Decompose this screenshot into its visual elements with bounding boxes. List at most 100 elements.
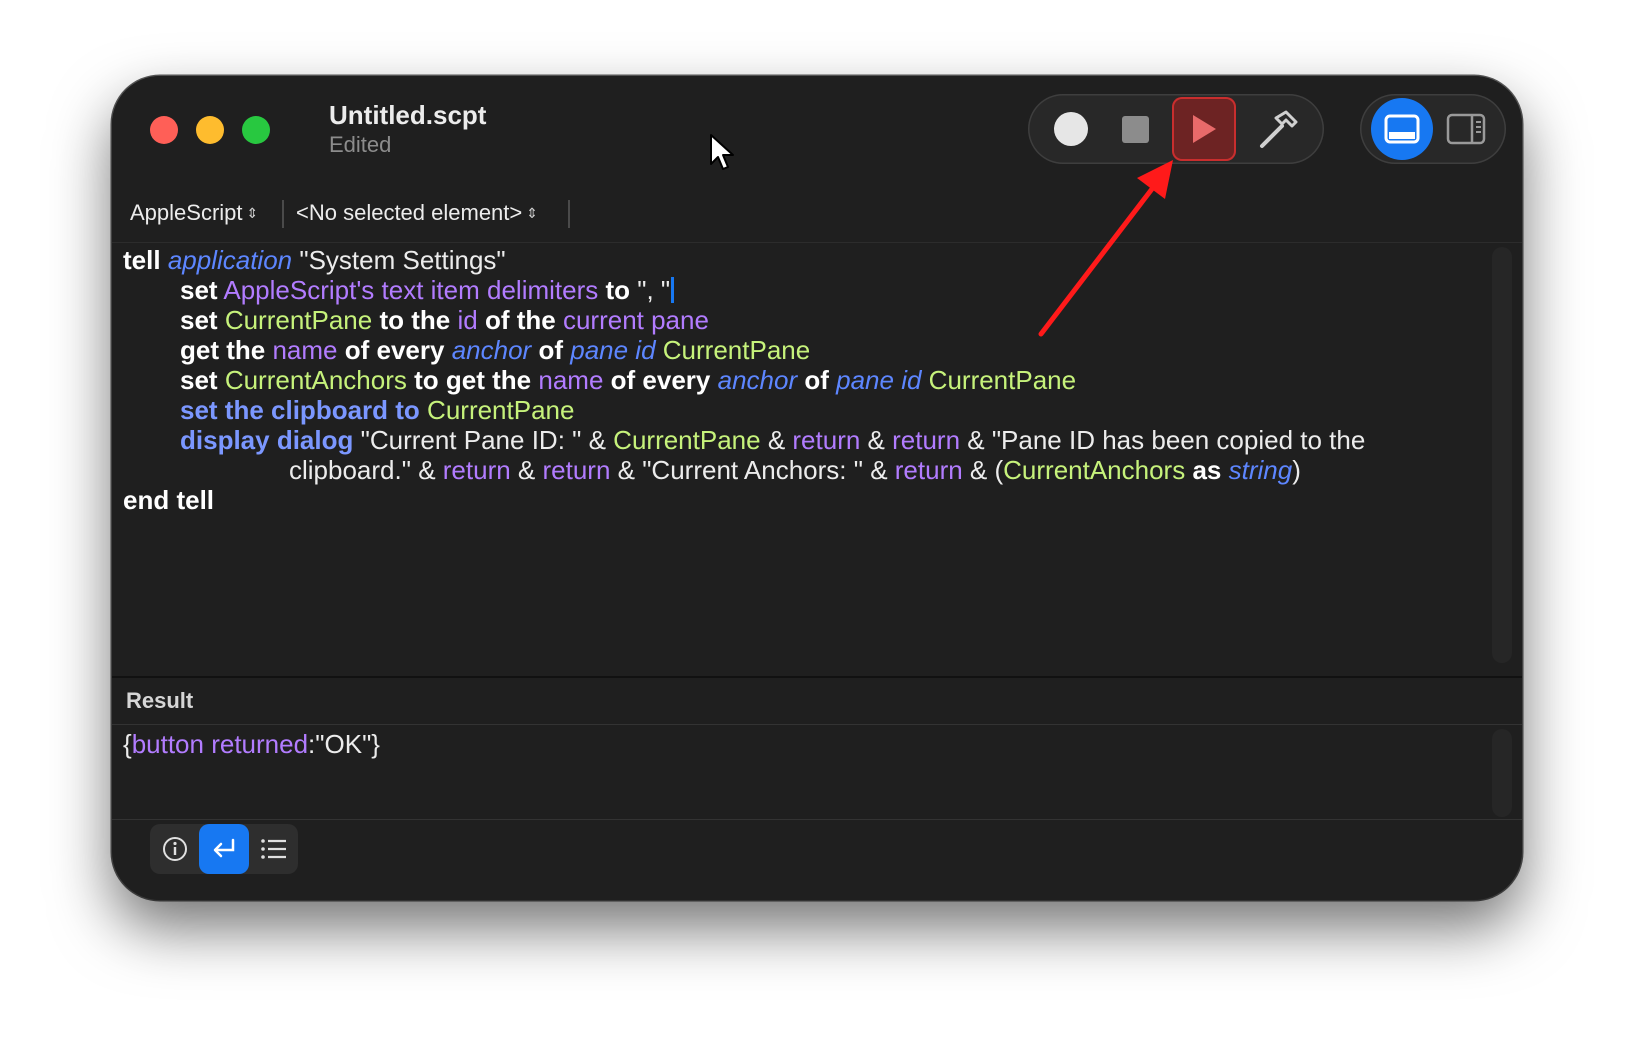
mouse-pointer-icon — [710, 134, 734, 170]
code-token: CurrentPane — [427, 395, 575, 425]
log-tab[interactable] — [248, 824, 298, 874]
code-token: id — [457, 305, 478, 335]
code-token: CurrentPane — [224, 305, 373, 335]
code-line[interactable]: set AppleScript's text item delimiters t… — [180, 275, 675, 305]
result-value: {button returned:"OK"} — [123, 729, 380, 760]
record-button[interactable] — [1054, 112, 1088, 146]
run-button[interactable] — [1172, 97, 1236, 161]
bottom-panel-icon — [1384, 114, 1420, 144]
title-bar: Untitled.scpt Edited — [112, 76, 1522, 186]
code-token: anchor — [451, 335, 532, 365]
code-line[interactable]: end tell — [123, 485, 214, 515]
info-icon — [163, 837, 187, 861]
code-line[interactable]: set CurrentAnchors to get the name of ev… — [180, 365, 1076, 395]
side-panel-icon[interactable] — [1446, 112, 1486, 146]
play-icon — [1193, 115, 1216, 143]
code-token: anchor — [717, 365, 798, 395]
bottom-toolbar — [112, 819, 1522, 900]
text-caret — [671, 277, 675, 303]
stop-button[interactable] — [1122, 116, 1149, 143]
result-token: button returned — [131, 729, 309, 759]
code-token: to — [605, 275, 631, 305]
bottom-pane-toggle[interactable] — [1371, 98, 1433, 160]
zoom-button[interactable] — [242, 116, 270, 144]
pane-selector — [150, 824, 298, 874]
code-token: display dialog — [180, 425, 354, 455]
code-line[interactable]: display dialog "Current Pane ID: " & Cur… — [180, 425, 1365, 455]
code-token: clipboard." & — [289, 455, 443, 485]
navigation-bar: AppleScript ⇕ <No selected element> ⇕ — [112, 186, 1522, 243]
language-popup[interactable]: AppleScript ⇕ — [130, 200, 258, 226]
result-header: Result — [112, 676, 1522, 725]
document-status: Edited — [329, 132, 392, 157]
info-tab[interactable] — [150, 824, 200, 874]
code-token: & "Pane ID has been copied to the — [960, 425, 1366, 455]
close-button[interactable] — [150, 116, 178, 144]
code-token: ) — [1292, 455, 1301, 485]
result-label: Result — [126, 688, 194, 713]
code-token: set — [180, 305, 218, 335]
result-token: :"OK"} — [308, 729, 380, 759]
code-token: & ( — [962, 455, 1004, 485]
script-controls — [1028, 94, 1324, 164]
divider — [282, 200, 284, 228]
code-token: return — [894, 455, 963, 485]
code-token: set the clipboard to — [180, 395, 420, 425]
document-title: Untitled.scpt — [329, 100, 487, 130]
compile-button[interactable] — [1256, 108, 1300, 152]
code-token: of — [538, 335, 563, 365]
result-pane: {button returned:"OK"} — [112, 723, 1522, 819]
element-popup[interactable]: <No selected element> ⇕ — [296, 200, 538, 226]
view-controls — [1360, 94, 1506, 164]
code-token: set — [180, 365, 218, 395]
code-token: "System Settings" — [292, 245, 506, 275]
code-token: end tell — [123, 485, 215, 515]
code-line[interactable]: tell application "System Settings" — [123, 245, 506, 275]
code-token: set — [180, 275, 218, 305]
code-token: current pane — [562, 305, 709, 335]
element-label: <No selected element> — [296, 200, 523, 225]
code-token: & — [510, 455, 543, 485]
code-line[interactable]: set the clipboard to CurrentPane — [180, 395, 574, 425]
result-tab[interactable] — [199, 824, 249, 874]
result-token: { — [123, 729, 132, 759]
code-token: to the — [379, 305, 451, 335]
code-token: application — [167, 245, 293, 275]
code-token: return — [892, 425, 961, 455]
code-token: & — [860, 425, 893, 455]
code-token: CurrentPane — [928, 365, 1077, 395]
code-token: & "Current Anchors: " & — [610, 455, 895, 485]
code-token: as — [1192, 455, 1222, 485]
result-scrollbar[interactable] — [1492, 729, 1512, 817]
code-line[interactable]: get the name of every anchor of pane id … — [180, 335, 810, 365]
list-icon — [261, 839, 286, 859]
code-token: CurrentPane — [613, 425, 761, 455]
code-token: pane id — [570, 335, 656, 365]
minimize-button[interactable] — [196, 116, 224, 144]
script-editor-window: Untitled.scpt Edited AppleScript ⇕ <No s… — [112, 76, 1522, 900]
hammer-icon — [1260, 110, 1298, 148]
code-token: name — [538, 365, 604, 395]
code-token: return — [442, 455, 511, 485]
code-token: ", " — [630, 275, 671, 305]
code-token: CurrentAnchors — [1003, 455, 1186, 485]
code-token: pane id — [836, 365, 922, 395]
code-token: of — [804, 365, 829, 395]
code-token: CurrentAnchors — [224, 365, 407, 395]
code-line[interactable]: clipboard." & return & return & "Current… — [289, 455, 1301, 485]
code-token: name — [272, 335, 338, 365]
editor-scrollbar[interactable] — [1492, 247, 1512, 663]
script-editor[interactable]: tell application "System Settings" set Ap… — [112, 243, 1522, 676]
code-line[interactable]: set CurrentPane to the id of the current… — [180, 305, 709, 335]
code-token: return — [542, 455, 611, 485]
